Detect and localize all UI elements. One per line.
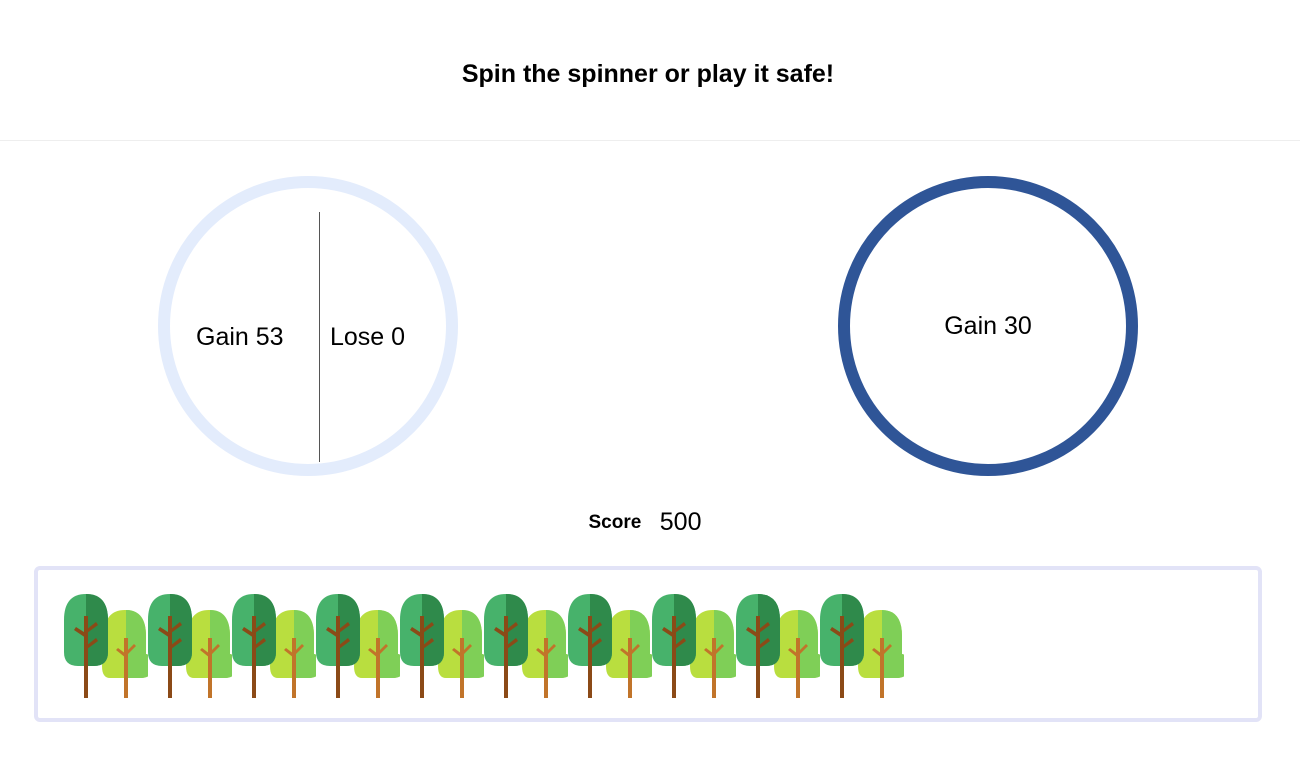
tree-icon [400, 594, 484, 698]
safe-option-button[interactable]: Gain 30 [838, 176, 1138, 476]
spinner-divider [319, 212, 320, 462]
forest-panel [34, 566, 1262, 722]
tree-row [64, 594, 904, 698]
tree-icon [568, 594, 652, 698]
tree-icon [820, 594, 904, 698]
tree-icon [736, 594, 820, 698]
score-label: Score [588, 511, 642, 533]
safe-option-label: Gain 30 [944, 312, 1032, 340]
score-value: 500 [659, 508, 702, 536]
tree-icon [484, 594, 568, 698]
page-title: Spin the spinner or play it safe! [461, 60, 835, 88]
spinner-gain-label: Gain 53 [196, 323, 284, 351]
spinner-button[interactable]: Gain 53 Lose 0 [158, 176, 458, 476]
spinner-lose-label: Lose 0 [330, 323, 406, 351]
tree-icon [652, 594, 736, 698]
tree-icon [64, 594, 148, 698]
score-display: Score 500 [0, 508, 1290, 537]
tree-icon [232, 594, 316, 698]
tree-icon [148, 594, 232, 698]
header: Spin the spinner or play it safe! [0, 0, 1300, 141]
tree-icon [316, 594, 400, 698]
